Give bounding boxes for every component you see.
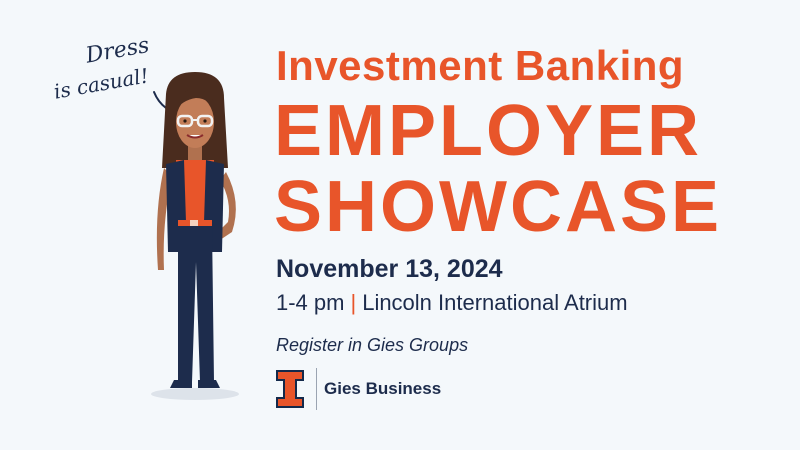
event-details: 1-4 pm | Lincoln International Atrium — [276, 288, 628, 318]
event-location: Lincoln International Atrium — [362, 290, 628, 315]
block-i-icon — [276, 370, 304, 408]
brand-name: Gies Business — [324, 379, 442, 398]
headline-line-1: Investment Banking — [276, 42, 685, 89]
headline-line-2: EMPLOYER — [274, 91, 703, 171]
woman-illustration — [151, 72, 239, 400]
event-date: November 13, 2024 — [276, 255, 503, 283]
details-separator: | — [350, 290, 357, 315]
logo-divider — [316, 368, 317, 410]
event-flyer: Dress is casual! Investment Banking EMPL… — [0, 0, 800, 450]
event-time: 1-4 pm — [276, 290, 345, 315]
register-text: Register in Gies Groups — [276, 335, 469, 355]
headline-line-3: SHOWCASE — [274, 167, 723, 247]
